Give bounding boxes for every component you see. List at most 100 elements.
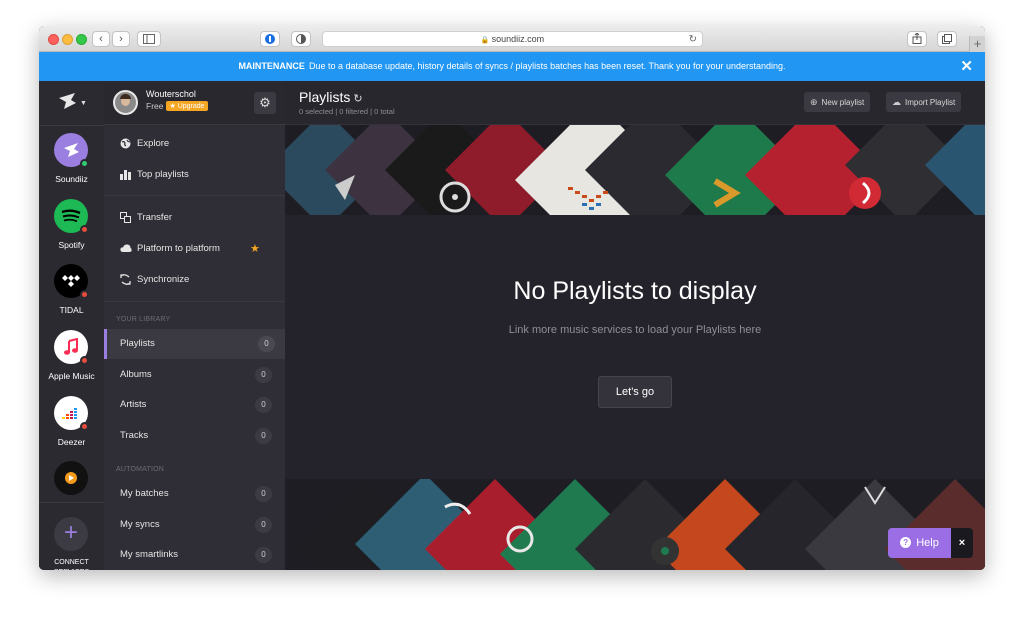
library-item-albums[interactable]: Albums 0 — [104, 360, 285, 390]
nav-platform-to-platform[interactable]: Platform to platform ★ — [104, 234, 285, 264]
library-item-label: Playlists — [120, 338, 155, 349]
status-connected-icon — [80, 159, 89, 168]
bar-chart-icon — [120, 160, 131, 193]
close-window-button[interactable] — [48, 34, 59, 45]
automation-item-label: My batches — [120, 488, 169, 499]
service-spotify[interactable]: Spotify — [39, 199, 104, 259]
minimize-window-button[interactable] — [62, 34, 73, 45]
maintenance-banner: MAINTENANCE Due to a database update, his… — [39, 52, 985, 81]
service-label: Deezer — [57, 437, 86, 447]
tabs-button[interactable] — [937, 31, 957, 47]
library-item-tracks[interactable]: Tracks 0 — [104, 421, 285, 451]
user-header: Wouterschol Free ★ Upgrade ⚙ — [104, 81, 285, 125]
service-next[interactable] — [39, 461, 104, 502]
page-title-text: Playlists — [299, 89, 351, 105]
star-icon: ★ — [250, 243, 260, 255]
status-disconnected-icon — [80, 290, 89, 299]
count-badge: 0 — [255, 547, 272, 563]
nav-top-playlists[interactable]: Top playlists — [104, 160, 285, 190]
status-disconnected-icon — [80, 422, 89, 431]
service-deezer[interactable]: Deezer — [39, 396, 104, 456]
connect-services-button[interactable]: + CONNECT SERVICES — [39, 502, 104, 570]
tabs-icon — [942, 34, 952, 44]
library-item-playlists[interactable]: Playlists 0 — [104, 329, 285, 359]
help-label: Help — [916, 537, 939, 549]
globe-icon — [120, 129, 131, 162]
nav-explore[interactable]: Explore — [104, 129, 285, 159]
count-badge: 0 — [255, 517, 272, 533]
service-apple-music[interactable]: Apple Music — [39, 330, 104, 390]
plus-icon: + — [54, 517, 88, 551]
avatar[interactable] — [113, 90, 138, 115]
privacy-button[interactable] — [291, 31, 311, 47]
background-artwork-bottom — [285, 479, 985, 570]
sidebar-icon — [143, 34, 155, 44]
library-heading: YOUR LIBRARY — [116, 316, 171, 323]
nav-synchronize[interactable]: Synchronize — [104, 265, 285, 295]
lock-icon: 🔒 — [480, 37, 490, 44]
library-item-label: Tracks — [120, 430, 149, 441]
nav-label: Transfer — [137, 212, 173, 223]
soundiiz-logo[interactable]: ▼ — [56, 90, 87, 116]
help-close-button[interactable]: × — [951, 528, 973, 558]
forward-button[interactable]: › — [112, 31, 130, 47]
divider — [104, 301, 285, 302]
automation-item-syncs[interactable]: My syncs 0 — [104, 510, 285, 540]
sidebar-toggle-button[interactable] — [137, 31, 161, 47]
sync-icon — [120, 265, 131, 298]
help-button[interactable]: ? Help — [888, 528, 951, 558]
cloud-sync-icon — [120, 234, 132, 267]
settings-button[interactable]: ⚙ — [254, 92, 276, 114]
new-tab-button[interactable]: + — [969, 36, 985, 52]
refresh-icon[interactable]: ↻ — [353, 93, 362, 105]
new-playlist-button[interactable]: ⊕ New playlist — [804, 92, 871, 112]
decorative-tiles — [295, 479, 985, 570]
question-icon: ? — [900, 537, 912, 548]
reload-icon[interactable]: ↻ — [689, 32, 697, 47]
browser-toolbar: ‹ › 🔒 soundiiz.com ↻ + — [39, 26, 985, 52]
service-label: Spotify — [58, 240, 85, 250]
count-badge: 0 — [258, 336, 275, 352]
plan-info: Free ★ Upgrade — [146, 101, 208, 111]
main-content: Playlists ↻ 0 selected | 0 filtered | 0 t… — [285, 81, 985, 570]
library-item-artists[interactable]: Artists 0 — [104, 390, 285, 420]
automation-item-batches[interactable]: My batches 0 — [104, 479, 285, 509]
share-icon — [912, 32, 922, 44]
selection-summary: 0 selected | 0 filtered | 0 total — [299, 107, 395, 116]
plus-circle-icon: ⊕ — [810, 97, 818, 107]
service-label: Soundiiz — [55, 174, 88, 184]
chevron-right-icon: › — [119, 33, 123, 45]
import-playlist-button[interactable]: ☁ Import Playlist — [886, 92, 962, 112]
zoom-window-button[interactable] — [76, 34, 87, 45]
decorative-tiles — [285, 125, 985, 215]
divider — [104, 195, 285, 196]
page-title: Playlists ↻ — [299, 89, 363, 105]
extension-button[interactable] — [260, 31, 280, 47]
service-soundiiz[interactable]: Soundiiz — [39, 133, 104, 193]
plan-label: Free — [146, 101, 164, 111]
lets-go-button[interactable]: Let's go — [598, 376, 672, 408]
address-bar[interactable]: 🔒 soundiiz.com ↻ — [322, 31, 703, 47]
nav-label: Platform to platform — [137, 243, 220, 254]
automation-item-smartlinks[interactable]: My smartlinks 0 — [104, 540, 285, 570]
nav-label: Synchronize — [137, 274, 190, 285]
caret-down-icon: ▼ — [80, 100, 87, 107]
username: Wouterschol — [146, 89, 196, 99]
service-label: TIDAL — [59, 305, 84, 315]
transfer-icon — [120, 203, 131, 236]
nav-transfer[interactable]: Transfer — [104, 203, 285, 233]
service-tidal[interactable]: TIDAL — [39, 264, 104, 324]
logo-icon — [59, 93, 76, 109]
upgrade-label: Upgrade — [177, 103, 205, 110]
automation-heading: AUTOMATION — [116, 466, 165, 473]
chevron-left-icon: ‹ — [99, 33, 103, 45]
count-badge: 0 — [255, 397, 272, 413]
back-button[interactable]: ‹ — [92, 31, 110, 47]
upgrade-badge[interactable]: ★ Upgrade — [166, 101, 208, 111]
status-disconnected-icon — [80, 356, 89, 365]
empty-state-description: Link more music services to load your Pl… — [508, 324, 762, 336]
banner-close-button[interactable]: ✕ — [960, 52, 973, 81]
share-button[interactable] — [907, 31, 927, 47]
browser-window: ‹ › 🔒 soundiiz.com ↻ + MAINTENANCE Due to … — [39, 26, 985, 570]
count-badge: 0 — [255, 486, 272, 502]
